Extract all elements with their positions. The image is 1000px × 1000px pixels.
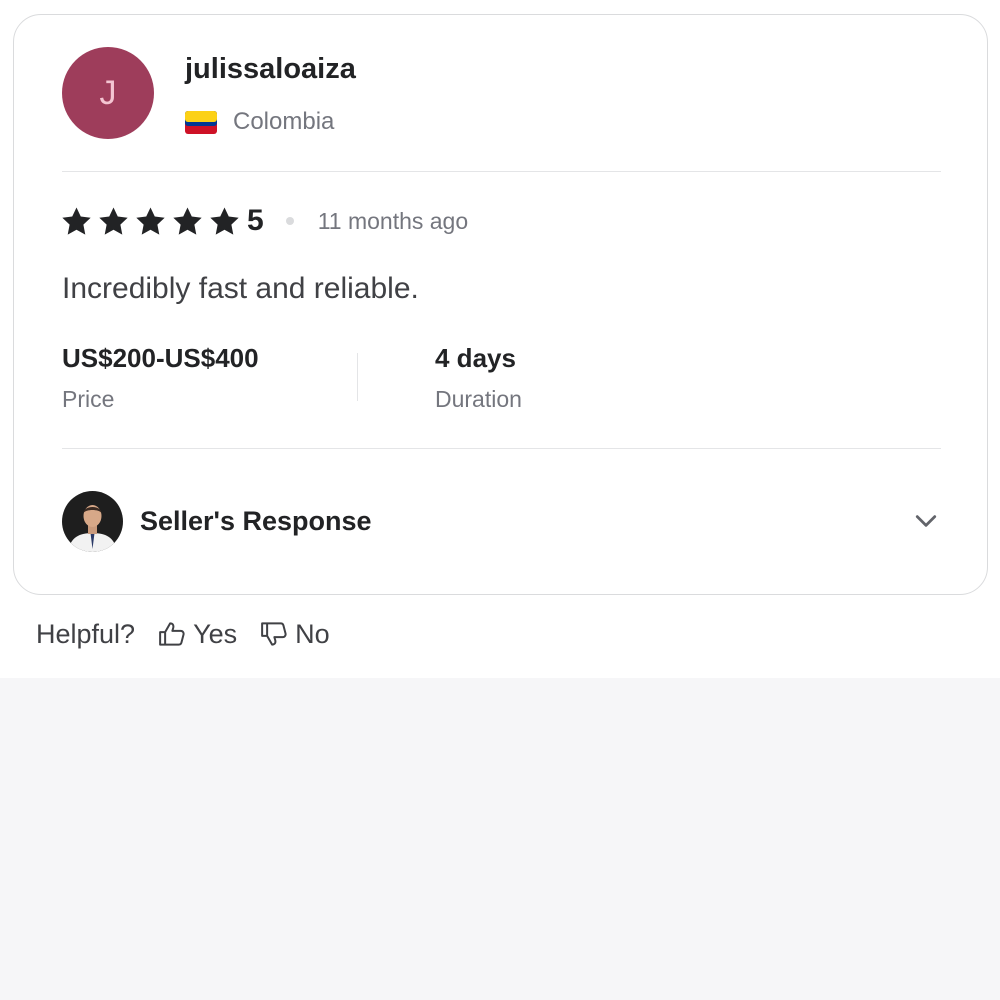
seller-response-label: Seller's Response xyxy=(140,505,372,536)
seller-avatar-image xyxy=(62,490,123,552)
duration-info: 4 days Duration xyxy=(435,343,522,413)
seller-response-toggle[interactable]: Seller's Response xyxy=(62,490,939,552)
helpful-yes-label: Yes xyxy=(193,618,238,649)
rating-value: 5 xyxy=(247,204,264,237)
seller-avatar xyxy=(62,490,123,552)
country-name: Colombia xyxy=(233,108,335,135)
star-icon xyxy=(99,206,128,235)
price-value: US$200-US$400 xyxy=(62,343,259,373)
rating-row: 5 11 months ago xyxy=(60,201,468,241)
star-icon xyxy=(62,206,91,235)
divider xyxy=(62,171,941,172)
divider xyxy=(62,448,941,449)
reviewer-username[interactable]: julissaloaiza xyxy=(185,53,356,86)
price-info: US$200-US$400 Price xyxy=(62,343,259,413)
star-icon xyxy=(173,206,202,235)
reviewer-avatar[interactable]: J xyxy=(62,47,154,139)
duration-value: 4 days xyxy=(435,343,516,373)
thumbs-down-icon xyxy=(261,622,287,646)
review-text: Incredibly fast and reliable. xyxy=(62,272,419,305)
separator-dot xyxy=(285,217,294,225)
duration-label: Duration xyxy=(435,386,522,412)
star-icon xyxy=(136,206,165,235)
helpful-yes-button[interactable]: Yes xyxy=(157,619,237,650)
chevron-down-icon[interactable] xyxy=(911,506,941,536)
reviewer-country: Colombia xyxy=(185,106,334,138)
helpful-no-button[interactable]: No xyxy=(259,619,330,650)
colombia-flag-icon xyxy=(185,110,217,134)
review-area: J julissaloaiza Colombia 5 11 months ago… xyxy=(0,0,1000,678)
price-label: Price xyxy=(62,386,115,412)
helpful-label: Helpful? xyxy=(36,618,136,649)
helpful-no-label: No xyxy=(295,618,330,649)
star-icon xyxy=(210,206,239,235)
avatar-letter: J xyxy=(99,73,117,112)
meta-divider xyxy=(357,353,358,401)
thumbs-up-icon xyxy=(159,622,185,646)
review-time: 11 months ago xyxy=(317,207,469,234)
review-card: J julissaloaiza Colombia 5 11 months ago… xyxy=(13,14,988,595)
helpful-row: Helpful? Yes No xyxy=(36,614,352,654)
